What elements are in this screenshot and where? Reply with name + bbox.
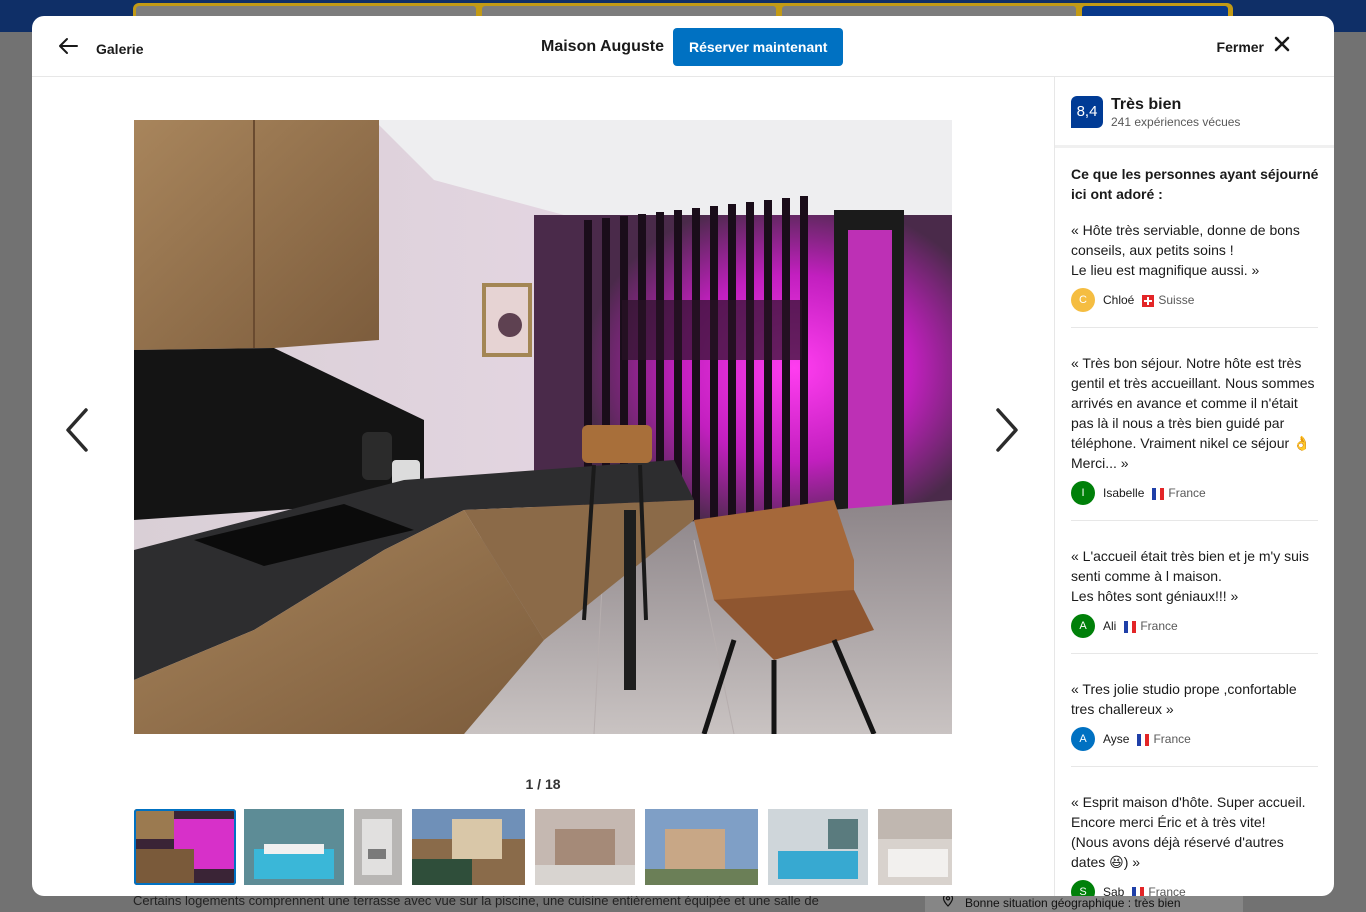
gallery-modal: Galerie Maison Auguste Réserver maintena… xyxy=(32,16,1334,896)
review-text: « Très bon séjour. Notre hôte est très g… xyxy=(1071,355,1315,471)
reviewer-name: Ali xyxy=(1103,619,1117,633)
main-photo[interactable] xyxy=(134,120,952,734)
reviewer-country: France xyxy=(1140,619,1178,633)
review-item: « L'accueil était très bien et je m'y su… xyxy=(1071,546,1318,638)
next-photo-button[interactable] xyxy=(986,404,1026,456)
avatar: S xyxy=(1071,880,1095,896)
background-location-score: Bonne situation géographique : très bien xyxy=(925,893,1243,912)
score-word: Très bien xyxy=(1111,96,1182,113)
avatar: A xyxy=(1071,727,1095,751)
france-flag-icon xyxy=(1152,487,1165,500)
reviews-panel: 8,4 Très bien 241 expériences vécues Ce … xyxy=(1054,77,1334,896)
thumbnail-8[interactable] xyxy=(878,809,952,885)
divider xyxy=(1071,653,1318,654)
reviewer-name: Sab xyxy=(1103,885,1125,896)
reviewer-name: Isabelle xyxy=(1103,486,1145,500)
chevron-left-icon xyxy=(60,408,100,460)
title-group: Maison Auguste Réserver maintenant xyxy=(541,28,844,66)
thumbnail-7[interactable] xyxy=(768,809,868,885)
avatar: C xyxy=(1071,288,1095,312)
reviewer: A Ali France xyxy=(1071,614,1318,638)
back-label: Galerie xyxy=(96,40,144,57)
thumbnail-6[interactable] xyxy=(645,809,758,885)
review-item: « Tres jolie studio prope ,confortable t… xyxy=(1071,679,1318,751)
review-count: 241 expériences vécues xyxy=(1111,115,1241,129)
thumbnail-4[interactable] xyxy=(412,809,525,885)
avatar: I xyxy=(1071,481,1095,505)
review-text: « L'accueil était très bien et je m'y su… xyxy=(1071,548,1310,604)
divider xyxy=(1071,520,1318,521)
close-button[interactable]: Fermer xyxy=(1217,34,1292,59)
thumbnail-1[interactable] xyxy=(134,809,236,885)
reviewer-name: Chloé xyxy=(1103,293,1135,307)
review-item: « Esprit maison d'hôte. Super accueil. E… xyxy=(1071,792,1318,896)
switzerland-flag-icon xyxy=(1142,294,1155,307)
thumbnail-strip xyxy=(134,808,952,886)
thumbnail-5[interactable] xyxy=(535,809,635,885)
previous-photo-button[interactable] xyxy=(60,404,100,456)
avatar: A xyxy=(1071,614,1095,638)
hotel-name: Maison Auguste xyxy=(541,38,664,55)
reserve-now-button[interactable]: Réserver maintenant xyxy=(672,28,844,66)
review-score[interactable]: 8,4 Très bien 241 expériences vécues xyxy=(1055,77,1334,148)
reviewer: I Isabelle France xyxy=(1071,481,1318,505)
reviewer-name: Ayse xyxy=(1103,732,1130,746)
reviews-heading: Ce que les personnes ayant séjourné ici … xyxy=(1071,166,1319,202)
close-icon xyxy=(1272,34,1292,59)
reviewer-country: France xyxy=(1148,885,1186,896)
chevron-right-icon xyxy=(986,408,1026,460)
thumbnail-2[interactable] xyxy=(244,809,344,885)
reviewer-country: France xyxy=(1153,732,1191,746)
france-flag-icon xyxy=(1124,620,1137,633)
reviewer: C Chloé Suisse xyxy=(1071,288,1318,312)
review-item: « Hôte très serviable, donne de bons con… xyxy=(1071,220,1318,312)
back-to-gallery-button[interactable]: Galerie xyxy=(56,34,143,63)
france-flag-icon xyxy=(1132,886,1145,896)
divider xyxy=(1071,327,1318,328)
score-badge: 8,4 xyxy=(1071,96,1103,128)
reviewer-country: Suisse xyxy=(1158,293,1195,307)
reviewer: S Sab France xyxy=(1071,880,1318,896)
review-text: « Hôte très serviable, donne de bons con… xyxy=(1071,222,1300,278)
france-flag-icon xyxy=(1137,733,1150,746)
close-label: Fermer xyxy=(1216,38,1264,55)
arrow-left-icon xyxy=(56,34,80,63)
divider xyxy=(1071,766,1318,767)
review-text: « Esprit maison d'hôte. Super accueil. E… xyxy=(1071,794,1306,870)
review-text: « Tres jolie studio prope ,confortable t… xyxy=(1071,681,1297,717)
photo-counter: 1 / 18 xyxy=(525,776,561,792)
modal-header: Galerie Maison Auguste Réserver maintena… xyxy=(32,16,1334,77)
thumbnail-3[interactable] xyxy=(354,809,402,885)
reviewer-country: France xyxy=(1168,486,1206,500)
reviewer: A Ayse France xyxy=(1071,727,1318,751)
review-item: « Très bon séjour. Notre hôte est très g… xyxy=(1071,353,1318,505)
